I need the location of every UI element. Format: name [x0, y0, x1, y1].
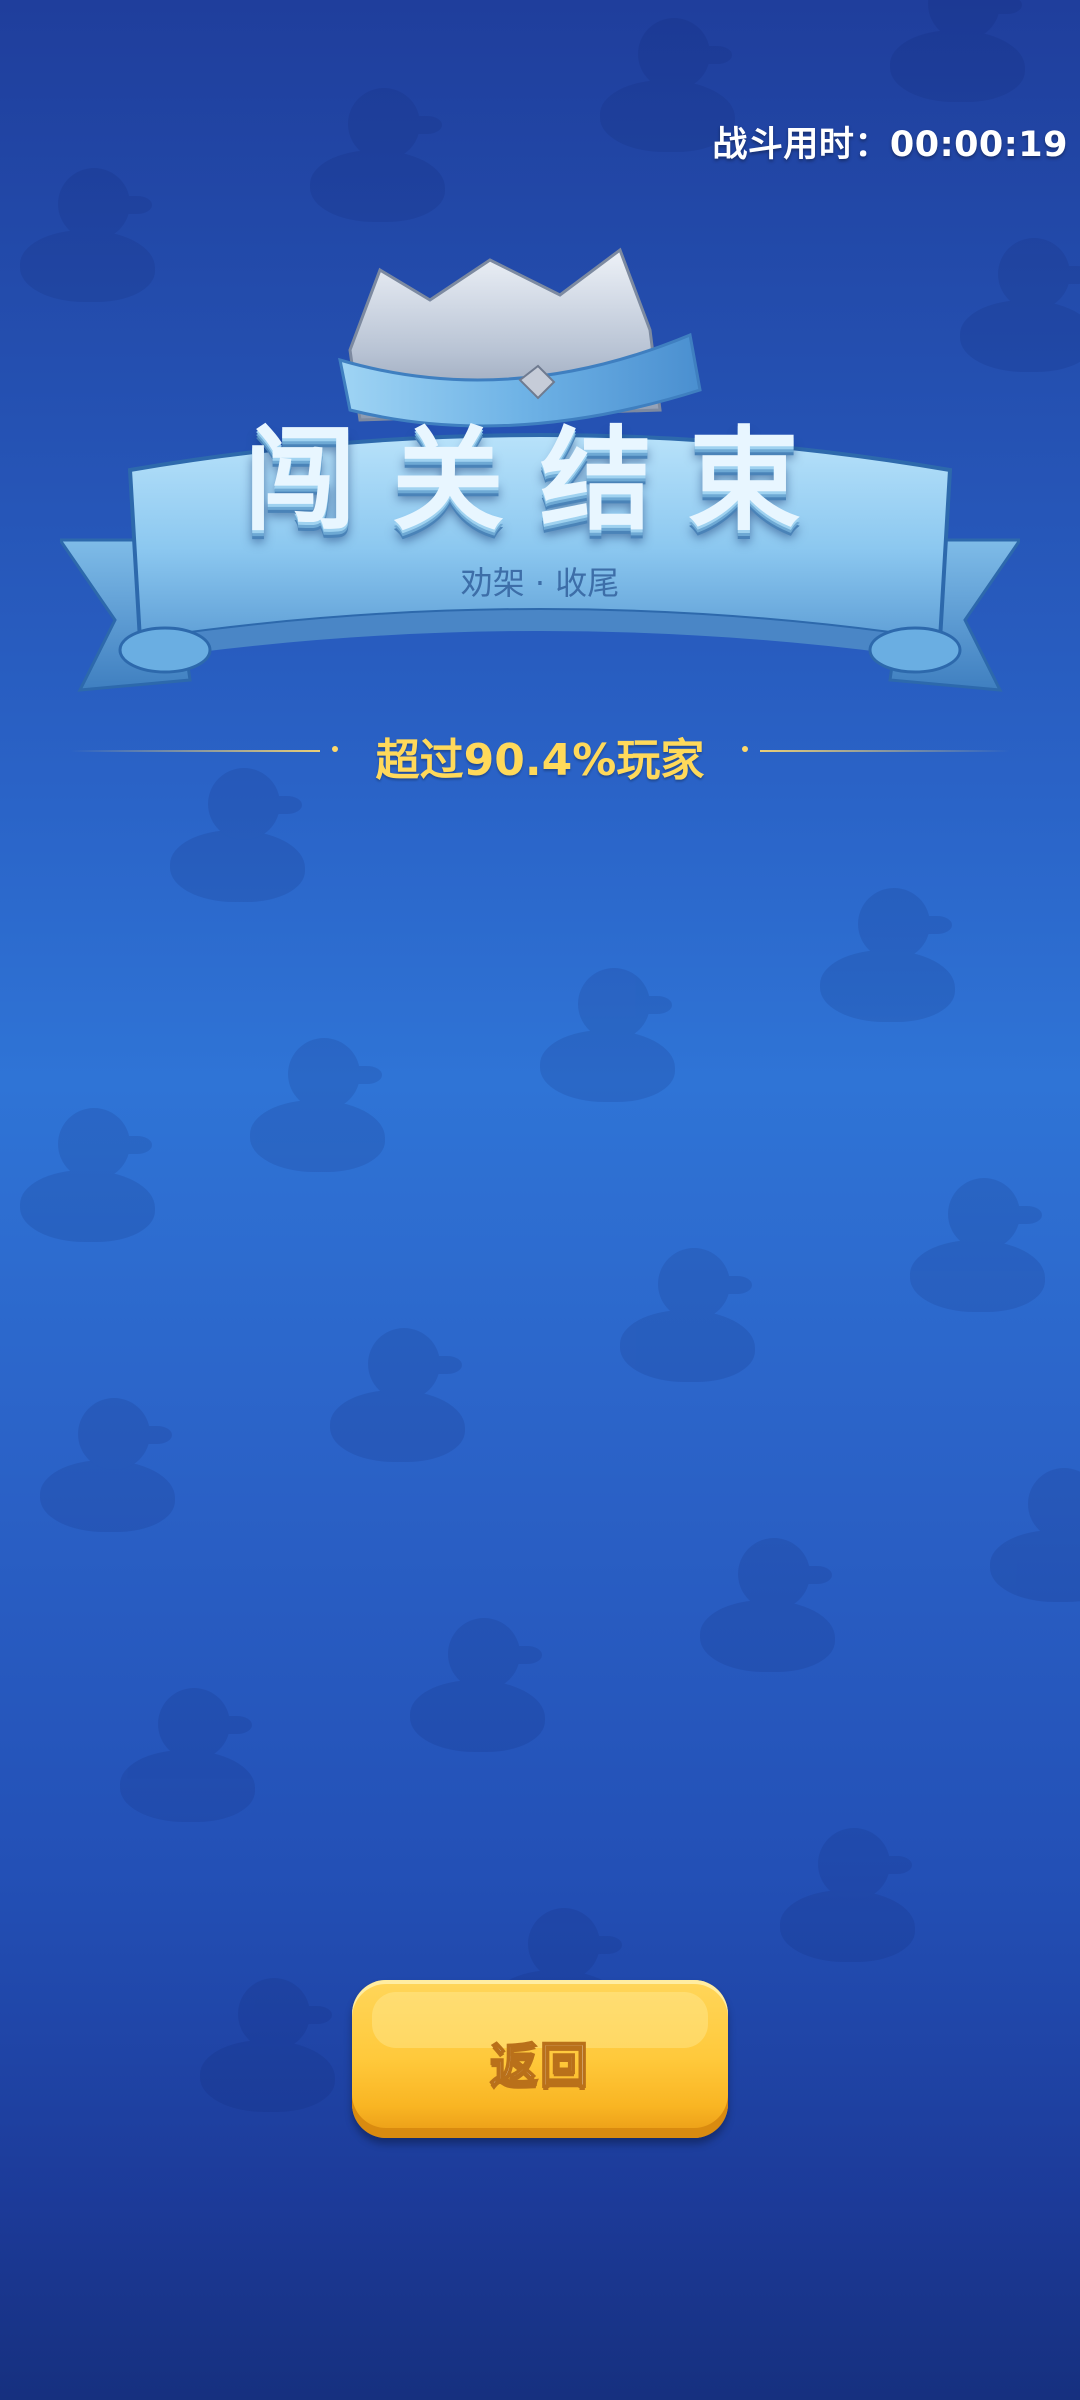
duck-icon — [690, 1530, 840, 1680]
battle-timer: 战斗用时：00:00:19 — [712, 116, 1068, 167]
timer-label: 战斗用时： — [712, 125, 890, 165]
duck-icon — [190, 1970, 340, 2120]
duck-icon — [980, 1460, 1080, 1610]
duck-icon — [240, 1030, 390, 1180]
duck-icon — [610, 1240, 760, 1390]
game-result-screen: 战斗用时：00:00:19 闯关结束 劝架 · 收尾 超过90.4%玩家 返回 — [0, 0, 1080, 2400]
duck-icon — [30, 1390, 180, 1540]
duck-icon — [400, 1610, 550, 1760]
result-banner: 闯关结束 劝架 · 收尾 — [60, 240, 1020, 720]
duck-icon — [300, 80, 450, 230]
rank-summary: 超过90.4%玩家 — [70, 720, 1010, 786]
timer-value: 00:00:19 — [889, 125, 1068, 165]
duck-icon — [880, 0, 1030, 110]
divider-right — [760, 750, 1010, 752]
duck-icon — [770, 1820, 920, 1970]
duck-icon — [10, 1100, 160, 1250]
duck-icon — [900, 1170, 1050, 1320]
result-title: 闯关结束 — [244, 416, 836, 546]
duck-icon — [530, 960, 680, 1110]
divider-dot-right — [742, 746, 748, 752]
duck-icon — [320, 1320, 470, 1470]
duck-icon — [110, 1680, 260, 1830]
duck-icon — [810, 880, 960, 1030]
back-button-label: 返回 — [489, 2037, 590, 2095]
back-button[interactable]: 返回 — [352, 1980, 728, 2138]
result-subtitle: 劝架 · 收尾 — [460, 564, 620, 602]
rank-text: 超过90.4%玩家 — [375, 735, 705, 786]
